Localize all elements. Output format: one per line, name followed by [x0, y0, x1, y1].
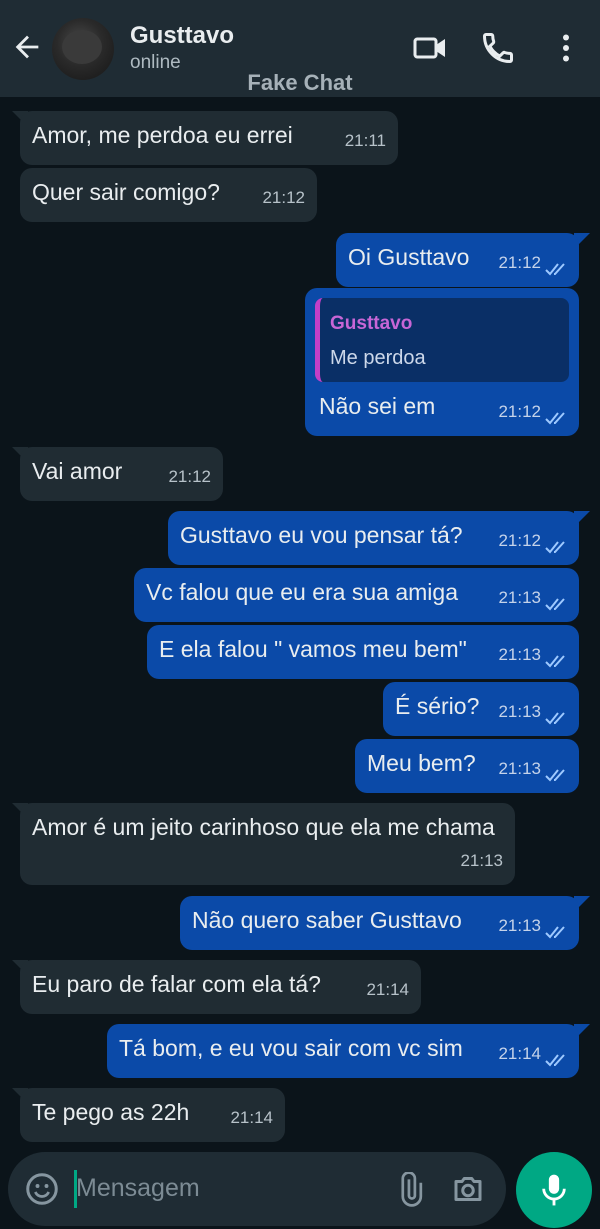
- message-time: 21:14: [366, 980, 409, 999]
- message-text: E ela falou " vamos meu bem": [159, 636, 467, 662]
- message-time: 21:13: [498, 916, 541, 935]
- more-options-button[interactable]: [548, 30, 584, 66]
- message-input[interactable]: Mensagem: [76, 1174, 200, 1203]
- message-time: 21:13: [498, 759, 541, 778]
- incoming-message[interactable]: Eu paro de falar com ela tá? 21:14: [20, 960, 421, 1014]
- quoted-text: Me perdoa: [330, 347, 426, 369]
- read-receipt-icon: [545, 769, 565, 782]
- message-text: Quer sair comigo?: [32, 179, 220, 205]
- message-time: 21:12: [498, 402, 541, 421]
- quoted-author: Gusttavo: [330, 313, 413, 334]
- outgoing-message[interactable]: É sério? 21:13: [383, 682, 579, 736]
- arrow-left-icon: [15, 35, 39, 59]
- incoming-message[interactable]: Te pego as 22h 21:14: [20, 1088, 285, 1142]
- outgoing-message[interactable]: E ela falou " vamos meu bem" 21:13: [147, 625, 579, 679]
- voice-record-button[interactable]: [516, 1152, 592, 1228]
- message-time: 21:12: [498, 253, 541, 272]
- message-text: Tá bom, e eu vou sair com vc sim: [119, 1035, 463, 1061]
- attach-button[interactable]: [392, 1171, 428, 1208]
- incoming-message[interactable]: Amor é um jeito carinhoso que ela me cha…: [20, 803, 515, 885]
- message-time: 21:14: [230, 1108, 273, 1127]
- read-receipt-icon: [545, 712, 565, 725]
- phone-icon: [482, 33, 513, 64]
- emoji-button[interactable]: [24, 1171, 60, 1207]
- message-text: Não quero saber Gusttavo: [192, 907, 462, 933]
- message-time: 21:12: [498, 531, 541, 550]
- camera-icon: [454, 1177, 482, 1201]
- read-receipt-icon: [545, 1054, 565, 1067]
- outgoing-message[interactable]: Gusttavo Me perdoa Não sei em 21:12: [305, 288, 579, 436]
- message-text: Vai amor: [32, 458, 123, 484]
- quoted-message[interactable]: Gusttavo Me perdoa: [315, 298, 569, 382]
- message-composer[interactable]: Mensagem: [8, 1152, 506, 1226]
- message-time: 21:13: [498, 702, 541, 721]
- outgoing-message[interactable]: Tá bom, e eu vou sair com vc sim 21:14: [107, 1024, 579, 1078]
- fake-chat-banner: Fake Chat: [247, 70, 353, 95]
- microphone-icon: [542, 1174, 566, 1206]
- video-call-button[interactable]: [412, 30, 448, 66]
- read-receipt-icon: [545, 541, 565, 554]
- message-text: Te pego as 22h: [32, 1099, 190, 1125]
- voice-call-button[interactable]: [480, 30, 516, 66]
- chat-area[interactable]: Amor, me perdoa eu errei 21:11 Quer sair…: [0, 97, 600, 1142]
- message-text: Meu bem?: [367, 750, 476, 776]
- message-text: Amor é um jeito carinhoso que ela me cha…: [32, 814, 495, 840]
- camera-button[interactable]: [450, 1171, 486, 1207]
- message-time: 21:12: [262, 188, 305, 207]
- incoming-message[interactable]: Amor, me perdoa eu errei 21:11: [20, 111, 398, 165]
- read-receipt-icon: [545, 655, 565, 668]
- message-time: 21:13: [498, 645, 541, 664]
- message-time: 21:13: [460, 851, 503, 870]
- incoming-message[interactable]: Quer sair comigo? 21:12: [20, 168, 317, 222]
- more-vertical-icon: [563, 34, 569, 62]
- emoji-icon: [26, 1173, 58, 1205]
- incoming-message[interactable]: Vai amor 21:12: [20, 447, 223, 501]
- message-text: Amor, me perdoa eu errei: [32, 122, 293, 148]
- chat-header: Gusttavo online Fake Chat: [0, 0, 600, 97]
- message-text: Gusttavo eu vou pensar tá?: [180, 522, 463, 548]
- paperclip-icon: [401, 1171, 423, 1207]
- message-text: É sério?: [395, 693, 480, 719]
- video-camera-icon: [413, 37, 445, 59]
- read-receipt-icon: [545, 926, 565, 939]
- read-receipt-icon: [545, 598, 565, 611]
- outgoing-message[interactable]: Oi Gusttavo 21:12: [336, 233, 579, 287]
- back-button[interactable]: [10, 30, 44, 64]
- outgoing-message[interactable]: Gusttavo eu vou pensar tá? 21:12: [168, 511, 579, 565]
- message-time: 21:12: [168, 467, 211, 486]
- message-time: 21:13: [498, 588, 541, 607]
- outgoing-message[interactable]: Vc falou que eu era sua amiga 21:13: [134, 568, 579, 622]
- outgoing-message[interactable]: Meu bem? 21:13: [355, 739, 579, 793]
- message-text: Eu paro de falar com ela tá?: [32, 971, 321, 997]
- message-time: 21:14: [498, 1044, 541, 1063]
- message-time: 21:11: [344, 131, 386, 150]
- message-text: Oi Gusttavo: [348, 244, 470, 270]
- read-receipt-icon: [545, 263, 565, 276]
- message-text: Vc falou que eu era sua amiga: [146, 579, 458, 605]
- contact-name[interactable]: Gusttavo: [130, 22, 234, 50]
- message-text: Não sei em: [319, 393, 436, 419]
- read-receipt-icon: [545, 412, 565, 425]
- outgoing-message[interactable]: Não quero saber Gusttavo 21:13: [180, 896, 579, 950]
